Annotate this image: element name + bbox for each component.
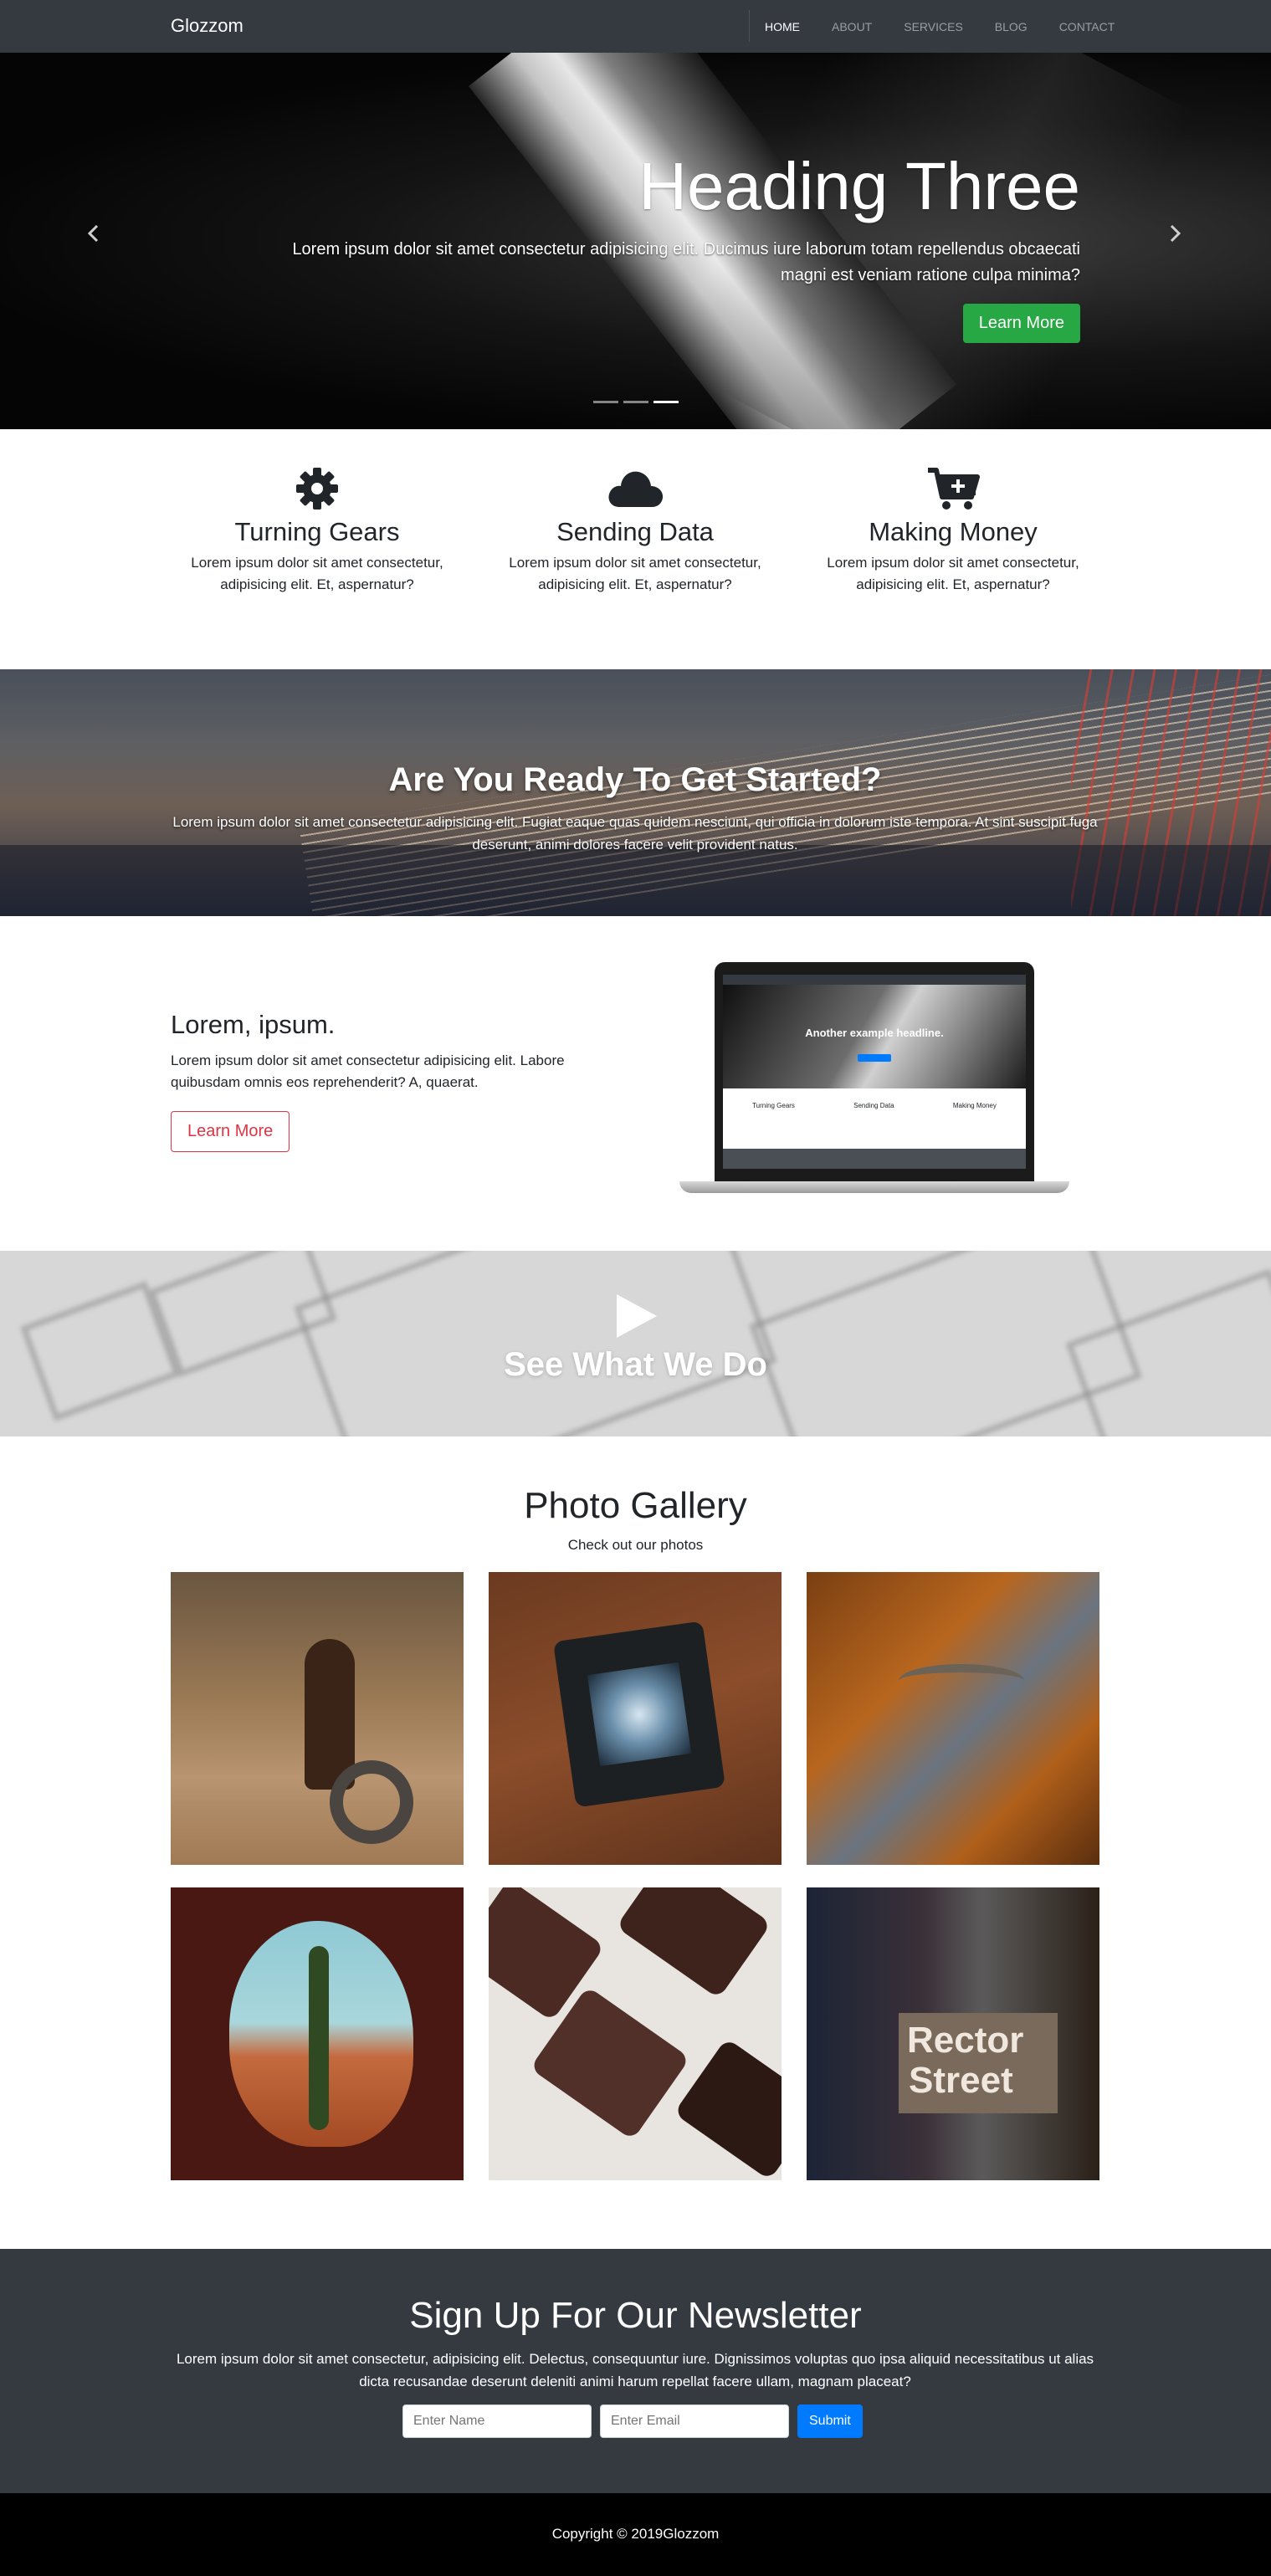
gear-icon: [296, 468, 338, 510]
carousel-indicator[interactable]: [593, 401, 618, 403]
laptop-screen-feature: Making Money: [952, 1102, 997, 1109]
photo-tree: [309, 1946, 329, 2130]
carousel-indicators: [593, 401, 679, 403]
gallery-subtitle: Check out our photos: [567, 1537, 704, 1553]
feature-card: Sending Data Lorem ipsum dolor sit amet …: [489, 465, 782, 596]
carousel-indicator[interactable]: [623, 401, 648, 403]
submit-button[interactable]: Submit: [797, 2404, 863, 2438]
info-section: Lorem, ipsum. Lorem ipsum dolor sit amet…: [171, 916, 1099, 1251]
newsletter-section: Sign Up For Our Newsletter Lorem ipsum d…: [0, 2249, 1271, 2493]
footer: Copyright © 2019Glozzom: [0, 2493, 1271, 2576]
feature-title: Sending Data: [556, 517, 714, 546]
cta-section: Are You Ready To Get Started? Lorem ipsu…: [0, 669, 1271, 916]
nav-link-blog[interactable]: BLOG: [979, 20, 1043, 33]
newsletter-title: Sign Up For Our Newsletter: [409, 2295, 862, 2336]
info-learn-more-button[interactable]: Learn More: [171, 1111, 290, 1152]
nav-link-services[interactable]: SERVICES: [888, 20, 979, 33]
laptop-screen-headline: Another example headline.: [805, 1027, 944, 1039]
laptop-screen-hero: Another example headline.: [723, 985, 1026, 1088]
nav-link-contact[interactable]: CONTACT: [1043, 20, 1131, 33]
carousel-prev-icon[interactable]: [87, 224, 100, 248]
laptop-screen-feature: Turning Gears: [752, 1102, 795, 1109]
hero-caption: Heading Three Lorem ipsum dolor sit amet…: [210, 153, 1080, 343]
photo-chocolate: [616, 1887, 771, 2000]
carousel-indicator-active[interactable]: [653, 401, 679, 403]
navbar: Glozzom HOME ABOUT SERVICES BLOG CONTACT: [0, 0, 1271, 53]
laptop-screen-feature: Sending Data: [853, 1102, 894, 1109]
cave-tree-photo[interactable]: [171, 1887, 464, 2180]
child-with-wheel-photo[interactable]: [171, 1572, 464, 1865]
laptop-screen: Another example headline. Turning Gears …: [723, 975, 1026, 1169]
cart-icon: [928, 468, 980, 510]
feature-text: Lorem ipsum dolor sit amet consectetur, …: [509, 555, 761, 592]
cloud-icon: [608, 471, 664, 507]
hero-learn-more-button[interactable]: Learn More: [962, 304, 1080, 343]
feature-text: Lorem ipsum dolor sit amet consectetur, …: [191, 555, 443, 592]
nav-link-home[interactable]: HOME: [765, 20, 816, 33]
nav-divider: [749, 10, 750, 42]
feature-text: Lorem ipsum dolor sit amet consectetur, …: [827, 555, 1079, 592]
laptop-base: [679, 1181, 1069, 1193]
laptop-screen-footer: [723, 1149, 1026, 1169]
hero-carousel: Heading Three Lorem ipsum dolor sit amet…: [0, 53, 1271, 429]
info-title: Lorem, ipsum.: [171, 1010, 336, 1039]
cta-title: Are You Ready To Get Started?: [388, 761, 882, 798]
video-section: See What We Do: [0, 1251, 1271, 1437]
feature-card: Making Money Lorem ipsum dolor sit amet …: [807, 465, 1099, 596]
name-input[interactable]: [402, 2404, 592, 2438]
info-text: Lorem ipsum dolor sit amet consectetur a…: [171, 1052, 565, 1090]
photo-bridge: [899, 1664, 1024, 1698]
nav-link-about[interactable]: ABOUT: [816, 20, 888, 33]
feature-title: Turning Gears: [234, 517, 400, 546]
carousel-next-icon[interactable]: [1168, 224, 1181, 248]
hero-text: Lorem ipsum dolor sit amet consectetur a…: [210, 237, 1080, 289]
gallery-title: Photo Gallery: [524, 1485, 747, 1526]
rector-street-sign-photo[interactable]: Rector Street: [807, 1887, 1099, 2180]
sign-text: Rector: [907, 2020, 1024, 2061]
laptop-screen-features: Turning Gears Sending Data Making Money: [723, 1088, 1026, 1109]
camera-in-hand-photo[interactable]: [489, 1572, 782, 1865]
hero-text-line: magni est veniam ratione culpa minima?: [781, 266, 1080, 284]
email-input[interactable]: [600, 2404, 789, 2438]
hero-title: Heading Three: [638, 149, 1080, 223]
play-icon[interactable]: [613, 1293, 659, 1339]
cta-text: Lorem ipsum dolor sit amet consectetur a…: [172, 814, 1098, 853]
river-bridge-photo[interactable]: [807, 1572, 1099, 1865]
copyright-text: Copyright © 2019Glozzom: [551, 2526, 720, 2542]
photo-wheel: [330, 1760, 413, 1844]
sign-text: Street: [909, 2060, 1013, 2101]
cta-content: Are You Ready To Get Started? Lorem ipsu…: [171, 761, 1099, 856]
nav-links: HOME ABOUT SERVICES BLOG CONTACT: [765, 0, 1130, 53]
chocolate-photo[interactable]: [489, 1887, 782, 2180]
video-title: See What We Do: [504, 1346, 767, 1383]
feature-card: Turning Gears Lorem ipsum dolor sit amet…: [171, 465, 464, 596]
features-section: Turning Gears Lorem ipsum dolor sit amet…: [171, 465, 1099, 596]
newsletter-text: Lorem ipsum dolor sit amet consectetur, …: [176, 2351, 1094, 2389]
feature-title: Making Money: [869, 517, 1038, 546]
laptop-screen-button: [858, 1054, 891, 1062]
hero-text-line: Lorem ipsum dolor sit amet consectetur a…: [292, 240, 1080, 259]
laptop-image: Another example headline. Turning Gears …: [679, 962, 1069, 1205]
laptop-screen-nav: [723, 975, 1026, 985]
photo-camera-screen: [587, 1662, 692, 1767]
photo-chocolate: [674, 2037, 782, 2180]
wireframe-sketch: [294, 1251, 777, 1437]
brand-logo[interactable]: Glozzom: [171, 15, 243, 37]
newsletter-form: Submit: [402, 2404, 863, 2438]
